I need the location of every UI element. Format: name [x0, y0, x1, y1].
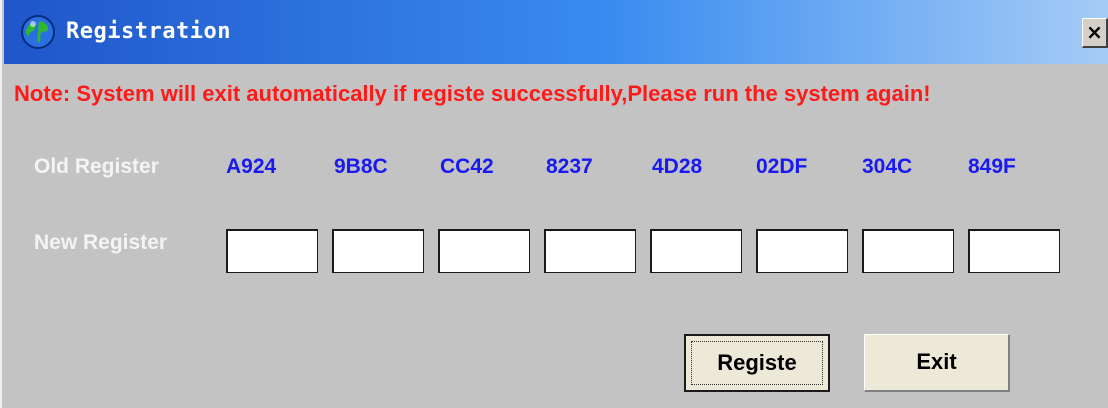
old-register-label: Old Register [34, 155, 159, 178]
old-register-code-8: 849F [968, 155, 1016, 178]
old-register-code-3: CC42 [440, 155, 494, 178]
new-register-label: New Register [34, 231, 168, 254]
new-register-field-8[interactable] [968, 229, 1060, 273]
close-icon: × [1086, 20, 1103, 44]
new-register-field-1[interactable] [226, 229, 318, 273]
old-register-code-2: 9B8C [334, 155, 388, 178]
new-register-field-4[interactable] [544, 229, 636, 273]
close-button[interactable]: × [1082, 18, 1108, 48]
old-register-code-5: 4D28 [652, 155, 703, 178]
old-register-code-6: 02DF [756, 155, 808, 178]
window-title: Registration [66, 19, 231, 44]
new-register-field-3[interactable] [438, 229, 530, 273]
new-register-field-5[interactable] [650, 229, 742, 273]
new-register-field-2[interactable] [332, 229, 424, 273]
registration-dialog: Registration × Note: System will exit au… [0, 0, 1108, 408]
registe-button[interactable]: Registe [684, 334, 830, 392]
focus-rectangle [691, 341, 823, 385]
note-message: Note: System will exit automatically if … [14, 81, 931, 106]
old-register-code-1: A924 [226, 155, 277, 178]
new-register-field-7[interactable] [862, 229, 954, 273]
new-register-field-6[interactable] [756, 229, 848, 273]
globe-icon [21, 15, 55, 49]
exit-button[interactable]: Exit [864, 334, 1010, 392]
old-register-code-7: 304C [862, 155, 913, 178]
exit-button-label: Exit [916, 349, 957, 374]
old-register-code-4: 8237 [546, 155, 593, 178]
title-bar[interactable]: Registration × [4, 0, 1108, 64]
